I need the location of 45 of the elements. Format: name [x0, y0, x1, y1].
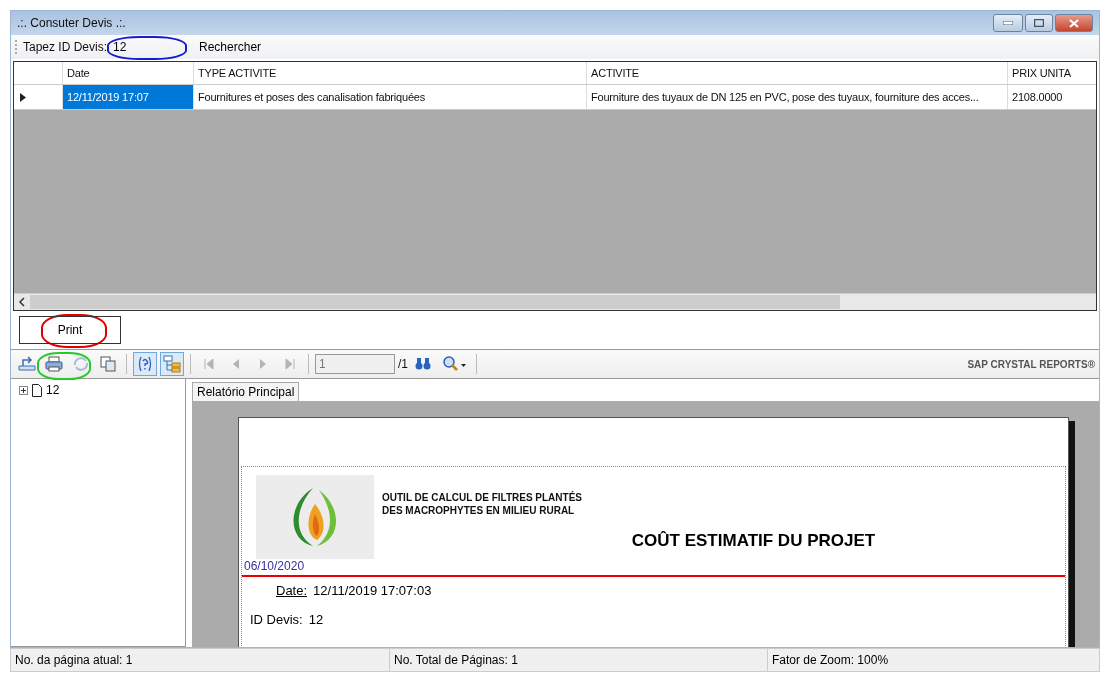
toggle-tree-button[interactable]: [160, 352, 184, 376]
id-label: ID Devis:: [250, 612, 303, 627]
status-text: No. da página atual: 1: [11, 649, 390, 671]
minimize-icon: [1003, 21, 1013, 25]
subtitle-line: OUTIL DE CALCUL DE FILTRES PLANTÉS: [382, 491, 583, 504]
id-label: Tapez ID Devis:: [23, 40, 108, 54]
refresh-icon: [72, 356, 90, 372]
help-icon: [136, 356, 154, 372]
printer-icon: [45, 356, 63, 372]
last-page-icon: [284, 358, 296, 370]
report-tab[interactable]: Relatório Principal: [192, 382, 300, 401]
search-button[interactable]: Rechercher: [193, 38, 268, 56]
zoom-icon: [442, 356, 466, 372]
subtitle-line: DES MACROPHYTES EN MILIEU RURAL: [382, 504, 576, 517]
export-icon: [18, 356, 36, 372]
help-button[interactable]: [133, 352, 157, 376]
id-value: 12: [308, 612, 324, 627]
page-total: /1: [398, 357, 408, 371]
maximize-icon: [1034, 19, 1044, 27]
binoculars-icon: [415, 357, 431, 371]
document-icon: [32, 383, 42, 397]
expand-icon[interactable]: [19, 385, 28, 395]
first-page-icon: [203, 358, 215, 370]
print-button[interactable]: Print: [19, 316, 121, 344]
window-title: .:. Consuter Devis .:.: [17, 16, 126, 30]
status-text: No. Total de Páginas: 1: [390, 649, 768, 671]
print-date: 06/10/2020: [243, 559, 306, 573]
maximize-button[interactable]: [1025, 14, 1053, 32]
close-button[interactable]: [1055, 14, 1093, 32]
brand-label: SAP CRYSTAL REPORTS®: [967, 358, 1095, 370]
page-number-field[interactable]: 1: [315, 354, 395, 374]
status-text: Fator de Zoom: 100%: [768, 649, 1106, 671]
table-cell: 12/11/2019 17:07: [63, 85, 194, 109]
horizontal-scrollbar[interactable]: [14, 293, 1096, 310]
minimize-button[interactable]: [993, 14, 1023, 32]
copy-icon: [99, 356, 117, 372]
highlight-ring: [41, 314, 107, 348]
scroll-left-icon: [18, 297, 26, 307]
date-value: 12/11/2019 17:07:03: [313, 583, 432, 598]
date-label: Date:: [276, 583, 308, 598]
tree-item[interactable]: 12: [19, 383, 177, 397]
tree-icon: [163, 355, 181, 373]
close-icon: [1069, 18, 1079, 28]
report-title: COÛT ESTIMATIF DU PROJET: [631, 531, 876, 551]
id-input-field[interactable]: 12: [111, 40, 186, 54]
